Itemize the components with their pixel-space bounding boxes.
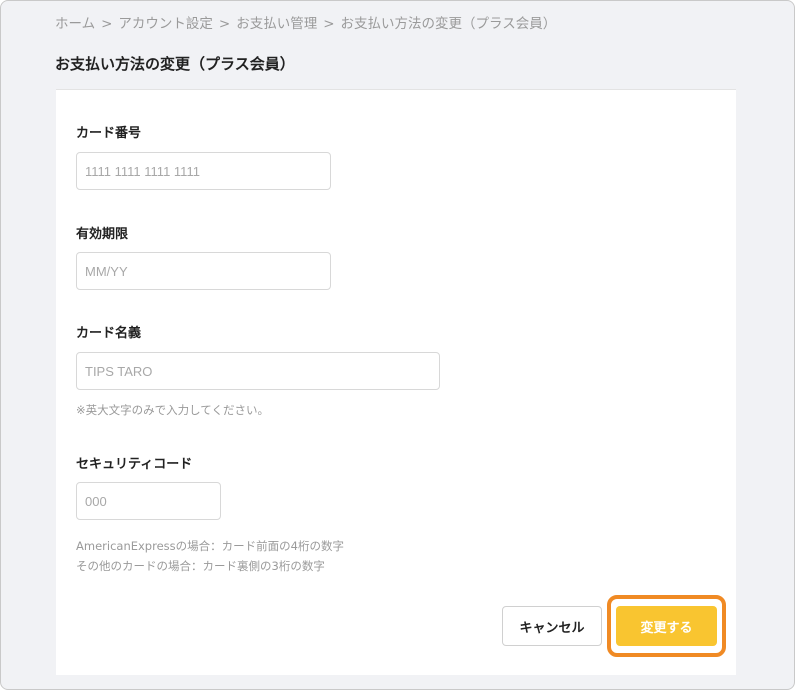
expiry-label: 有効期限 (76, 227, 129, 242)
breadcrumb-account-settings-link[interactable]: アカウント設定 (118, 16, 213, 32)
breadcrumb: ホーム > アカウント設定 > お支払い管理 > お支払い方法の変更（プラス会員） (55, 12, 556, 32)
security-code-note-other: その他のカードの場合：カード裏側の3桁の数字 (76, 559, 325, 573)
expiry-input[interactable] (76, 252, 331, 290)
security-code-note-amex: AmericanExpressの場合：カード前面の4桁の数字 (76, 539, 344, 553)
security-code-label: セキュリティコード (76, 457, 193, 472)
breadcrumb-separator: > (323, 16, 335, 32)
submit-change-button[interactable]: 変更する (616, 606, 717, 646)
card-number-input[interactable] (76, 152, 331, 190)
breadcrumb-separator: > (101, 16, 113, 32)
card-name-note: ※英大文字のみで入力してください。 (76, 403, 269, 417)
breadcrumb-separator: > (218, 16, 231, 32)
security-code-input[interactable] (76, 482, 221, 520)
card-number-label: カード番号 (76, 126, 142, 141)
card-name-input[interactable] (76, 352, 440, 390)
breadcrumb-current-page: お支払い方法の変更（プラス会員） (340, 16, 557, 32)
breadcrumb-payment-management-link[interactable]: お支払い管理 (236, 16, 317, 32)
cancel-button[interactable]: キャンセル (502, 606, 602, 646)
page-frame: ホーム > アカウント設定 > お支払い管理 > お支払い方法の変更（プラス会員） お支払い… (0, 0, 795, 690)
payment-form-card: カード番号 有効期限 カード名義 ※英大文字のみで入力してください。 セキュリテ… (56, 89, 736, 675)
page-title: お支払い方法の変更（プラス会員） (55, 55, 295, 73)
card-name-label: カード名義 (76, 326, 142, 341)
breadcrumb-home-link[interactable]: ホーム (55, 16, 95, 32)
